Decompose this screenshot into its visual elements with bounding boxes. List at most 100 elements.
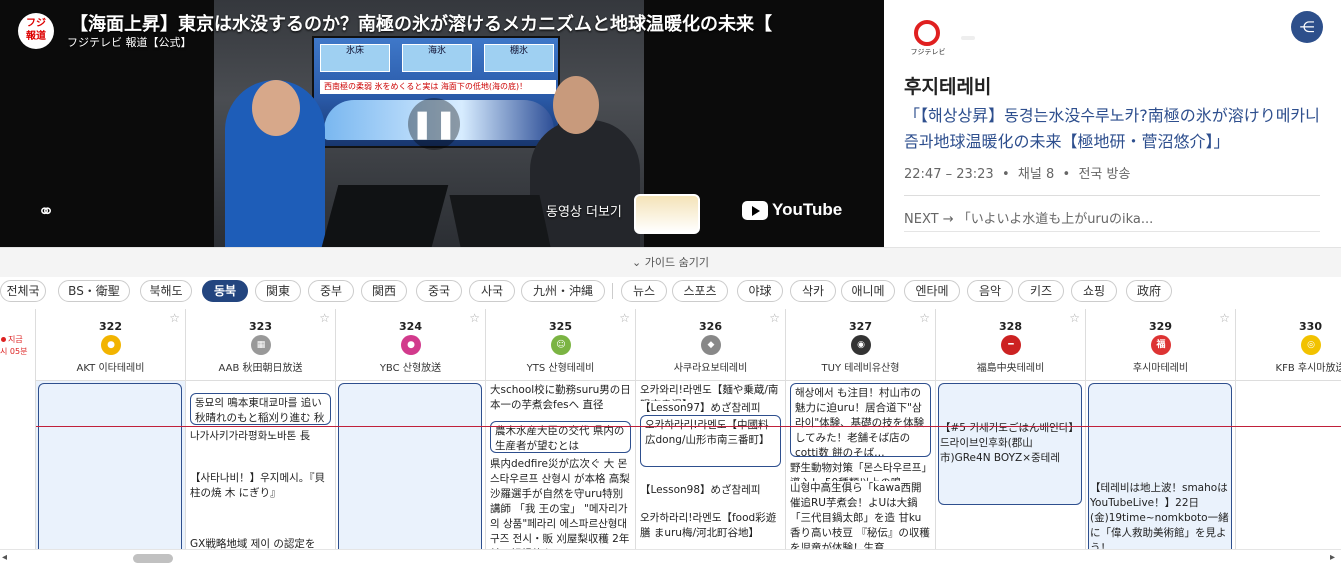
channel-header[interactable]: ☆ 327 ◉ TUY 테레비유산형	[786, 309, 935, 381]
channel-column: ☆ 328 ━ 福島中央테레비 【#5 키세키도ごはん배인다】드라이브인후화(郡山市)G…	[936, 309, 1086, 567]
screen-box: 海氷	[402, 44, 472, 72]
filter-chip[interactable]: 중부	[308, 280, 354, 302]
filter-chip[interactable]: 九州・沖縄	[521, 280, 605, 302]
video-player[interactable]: 氷床 海氷 棚氷 西南極の柔弱 氷をめくると実は 海面下の低地(海の底)！ フジ…	[0, 0, 884, 247]
program-cell[interactable]: 동묘의 鳴本東대쿄마를 追い秋晴れのもと稲刈り進む 秋田市 (2026/09/1…	[190, 393, 331, 425]
channel-number: 326	[699, 320, 722, 333]
filter-chip[interactable]: 쇼핑	[1071, 280, 1117, 302]
channel-number: 325	[549, 320, 572, 333]
scroll-right-icon[interactable]: ▸	[1330, 552, 1335, 563]
filter-chip[interactable]: 야球	[737, 280, 783, 302]
filter-chip[interactable]: 중국	[416, 280, 462, 302]
channel-header[interactable]: ☆ 325 ☺ YTS 산형테레비	[486, 309, 635, 381]
program-time: 22:47 – 23:23	[904, 167, 994, 182]
channel-icon: ━	[1001, 335, 1021, 355]
channel-header[interactable]: ☆ 324 ● YBC 산형放送	[336, 309, 485, 381]
filter-chip[interactable]: 뉴스	[621, 280, 667, 302]
screen-box: 氷床	[320, 44, 390, 72]
presenter-head	[252, 80, 300, 136]
program-cell[interactable]: 【Lesson97】めざ참레피	[640, 401, 781, 413]
program-cell-current[interactable]	[38, 383, 182, 567]
channel-number: 328	[999, 320, 1022, 333]
laptop	[321, 185, 449, 247]
now-dot-icon	[1, 337, 6, 342]
channel-icon: ◉	[851, 335, 871, 355]
channel-programs: 大school校に勤務suru男の日本一の芋煮会fesへ 直径 農木水産大臣の交代…	[486, 381, 635, 567]
broadcast-area: 전국 방송	[1078, 167, 1131, 182]
channel-logo-text: フジテレビ	[910, 48, 946, 56]
program-cell[interactable]: 【#5 키세키도ごはん배인다】드라이브인후화(郡山市)GRe4N BOYZ×중테…	[940, 421, 1081, 467]
program-cell[interactable]: 오카와리!라멘도【麺や乗蔵/南陽市赤湯】	[640, 383, 781, 401]
channel-programs: 【#5 키세키도ごはん배인다】드라이브인후화(郡山市)GRe4N BOYZ×중테…	[936, 381, 1085, 567]
channel-column: ☆ 323 ▦ AAB 秋田朝日放送 동묘의 鳴本東대쿄마를 追い秋晴れのもと稲刈り進む…	[186, 309, 336, 567]
filter-chip[interactable]: 関西	[361, 280, 407, 302]
more-videos-thumbnail[interactable]	[634, 194, 700, 234]
channel-column: ☆ 327 ◉ TUY 테레비유산형 해상에서 も注目！村山市の魅力に迫uru！居合道下…	[786, 309, 936, 567]
channel-station-name: 후시마테레비	[1132, 363, 1189, 374]
filter-chip[interactable]: 키즈	[1018, 280, 1064, 302]
filter-chip[interactable]: 애니메	[841, 280, 895, 302]
more-videos-label[interactable]: 동영상 더보기	[546, 201, 622, 220]
scrollbar-thumb[interactable]	[133, 554, 173, 563]
channel-header[interactable]: ☆ 328 ━ 福島中央테레비	[936, 309, 1085, 381]
youtube-play-icon	[742, 200, 768, 220]
channel-icon: ◆	[701, 335, 721, 355]
program-cell[interactable]: 【Lesson98】めざ참레피	[640, 483, 781, 495]
channel-icon: ●	[401, 335, 421, 355]
filter-chip[interactable]: 関東	[255, 280, 301, 302]
separator: •	[1062, 167, 1071, 182]
channel-number: 323	[249, 320, 272, 333]
video-channel-name[interactable]: フジテレビ 報道【公式】	[67, 34, 192, 50]
channel-number: 채널 8	[1017, 167, 1055, 182]
horizontal-scrollbar[interactable]: ◂ ▸	[0, 549, 1341, 567]
guide-hide-toggle[interactable]: ⌄ 가이드 숨기기	[0, 247, 1341, 277]
channel-number: 330	[1299, 320, 1322, 333]
program-cell[interactable]: 오카하라리!라멘도【中國料 広dong/山形市南三番町】	[640, 415, 781, 467]
filter-chip[interactable]: 엔타메	[904, 280, 960, 302]
channel-header[interactable]: ☆ 323 ▦ AAB 秋田朝日放送	[186, 309, 335, 381]
program-cell[interactable]: 【테레비は地上波！smahoはYouTubeLive！】22日(金)19time…	[1090, 481, 1231, 551]
channel-header[interactable]: ☆330◎KFB 후시마放送	[1236, 309, 1341, 381]
filter-chip[interactable]: 음악	[967, 280, 1013, 302]
filter-chip[interactable]: 스포츠	[672, 280, 728, 302]
video-title[interactable]: 【海面上昇】東京は水没するのか？南極の氷が溶けるメカニズムと地球温暖化の未来【	[70, 10, 772, 36]
filter-chip[interactable]: 북해도	[140, 280, 192, 302]
channel-column: ☆326◆사쿠라요보테레비오카와리!라멘도【麺や乗蔵/南陽市赤湯】【Lesson…	[636, 309, 786, 567]
link-icon[interactable]: ⚭	[33, 198, 59, 224]
channel-logo[interactable]: フジ 報道	[18, 13, 54, 49]
program-cell[interactable]: 해상에서 も注目！村山市の魅力に迫uru！居合道下"삼라이"体験、基礎の技を体験…	[790, 383, 931, 457]
youtube-logo[interactable]: YouTube	[742, 200, 842, 220]
divider	[612, 283, 613, 299]
divider	[904, 195, 1320, 196]
channel-column: ☆ 329 福 후시마테레비 【테레비は地上波！smahoはYouTubeLive！】2…	[1086, 309, 1236, 567]
program-cell-current[interactable]	[338, 383, 482, 567]
filter-chip[interactable]: 동북	[202, 280, 248, 302]
channel-header[interactable]: ☆ 322 ● AKT 이타테레비	[36, 309, 185, 381]
channel-logo-text: 報道	[26, 31, 46, 42]
filter-chip[interactable]: 政府	[1126, 280, 1172, 302]
next-program[interactable]: NEXT → 「いよいよ水道も上がuruのika...	[904, 208, 1153, 227]
channel-number: 329	[1149, 320, 1172, 333]
loading-pill	[961, 36, 975, 40]
share-icon[interactable]: ⋲	[1291, 11, 1323, 43]
channel-station-name: 사쿠라요보테레비	[673, 363, 748, 374]
region-genre-filters: 전체국 BS・衛聖 북해도 동북 関東 중부 関西 중국 사국 九州・沖縄 뉴스 스포츠 야球 삭카 애니메…	[0, 277, 1341, 309]
program-cell[interactable]: 오카하라리!라멘도【food彩遊膳 まuru梅/河北町谷地】	[640, 511, 781, 543]
filter-chip[interactable]: 삭카	[790, 280, 836, 302]
channel-header[interactable]: ☆ 329 福 후시마테레비	[1086, 309, 1235, 381]
scroll-left-icon[interactable]: ◂	[2, 552, 7, 563]
program-cell[interactable]: 野生動物対策「몬스타우르프」導入！ 50種類以上の鳴	[790, 461, 931, 481]
program-cell[interactable]: 나가사키가라평화노바톤 長	[190, 429, 331, 445]
channel-name: 후지테레비	[904, 76, 992, 98]
pause-icon[interactable]: ❚❚	[408, 98, 460, 150]
channel-logo-text: フジ	[26, 18, 46, 29]
filter-chip[interactable]: BS・衛聖	[58, 280, 130, 302]
filter-chip[interactable]: 전체국	[0, 280, 46, 302]
program-guide-grid: 지금 시 05분 ☆ 322 ● AKT 이타테레비 ☆ 323 ▦ AAB 秋田朝日放送 동묘…	[0, 309, 1341, 567]
channel-header[interactable]: ☆ 326 ◆ 사쿠라요보테레비	[636, 309, 785, 381]
filter-chip[interactable]: 사국	[469, 280, 515, 302]
program-cell[interactable]: 大school校に勤務suru男の日本一の芋煮会fesへ 直径	[490, 383, 631, 419]
channel-station-name: KFB 후시마放送	[1275, 363, 1341, 374]
program-info-panel: フジテレビ ⋲ 후지테레비 「【해상상昇】동경는水没수루노카?南極の氷が溶けり메…	[884, 0, 1341, 247]
program-cell[interactable]: 【사타나비！】우지메시。『貝柱の焼 木 にぎり』	[190, 471, 331, 503]
